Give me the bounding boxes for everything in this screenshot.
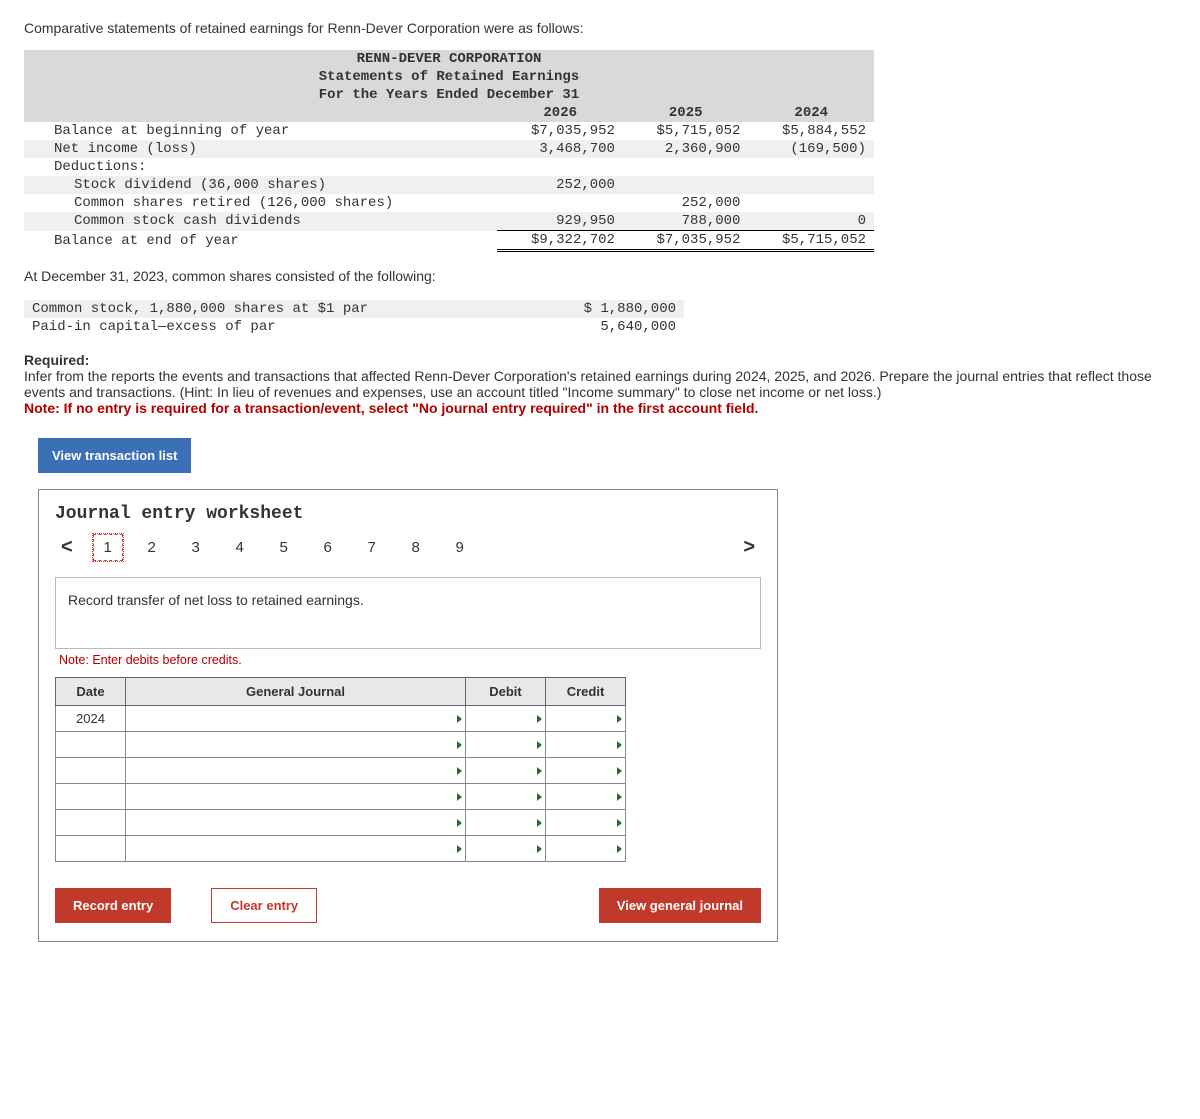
cell: $7,035,952 <box>623 231 749 251</box>
row-label: Paid-in capital—excess of par <box>24 318 529 336</box>
stmt-title-2: Statements of Retained Earnings <box>24 68 874 86</box>
stmt-title-3: For the Years Ended December 31 <box>24 86 874 104</box>
row-label: Deductions: <box>24 158 497 176</box>
tab-3[interactable]: 3 <box>181 535 211 560</box>
account-select[interactable] <box>126 784 466 810</box>
table-row: 2024 <box>56 706 626 732</box>
credit-input[interactable] <box>546 784 626 810</box>
account-select[interactable] <box>126 732 466 758</box>
tabs-next-icon[interactable]: > <box>737 536 761 559</box>
cell: 0 <box>748 212 874 231</box>
tab-1[interactable]: 1 <box>93 534 123 561</box>
cell: 788,000 <box>623 212 749 231</box>
table-row <box>56 810 626 836</box>
debit-input[interactable] <box>466 784 546 810</box>
row-label: Common stock, 1,880,000 shares at $1 par <box>24 300 529 318</box>
table-row <box>56 784 626 810</box>
account-select[interactable] <box>126 758 466 784</box>
year-col-2025: 2025 <box>623 104 749 122</box>
entry-instruction: Record transfer of net loss to retained … <box>55 577 761 649</box>
tab-2[interactable]: 2 <box>137 535 167 560</box>
credit-input[interactable] <box>546 810 626 836</box>
account-select[interactable] <box>126 810 466 836</box>
account-select[interactable] <box>126 706 466 732</box>
row-label: Net income (loss) <box>24 140 497 158</box>
cell: $7,035,952 <box>497 122 623 140</box>
th-credit: Credit <box>546 678 626 706</box>
debits-before-credits-note: Note: Enter debits before credits. <box>39 653 777 677</box>
clear-entry-button[interactable]: Clear entry <box>211 888 317 923</box>
table-row <box>56 758 626 784</box>
cell: 5,640,000 <box>529 318 684 336</box>
row-label: Stock dividend (36,000 shares) <box>24 176 497 194</box>
cell <box>748 176 874 194</box>
cell: 2,360,900 <box>623 140 749 158</box>
worksheet-button-row: Record entry Clear entry View general jo… <box>39 878 777 941</box>
required-body: Infer from the reports the events and tr… <box>24 368 1152 400</box>
cell: $5,715,052 <box>623 122 749 140</box>
retained-earnings-statement: RENN-DEVER CORPORATION Statements of Ret… <box>24 50 874 252</box>
cell: 929,950 <box>497 212 623 231</box>
cell: 3,468,700 <box>497 140 623 158</box>
entry-tabs: < 1 2 3 4 5 6 7 8 9 > <box>39 534 777 571</box>
row-label: Balance at end of year <box>24 231 497 251</box>
view-transaction-list-button[interactable]: View transaction list <box>38 438 191 473</box>
worksheet-title: Journal entry worksheet <box>39 490 777 534</box>
tab-6[interactable]: 6 <box>313 535 343 560</box>
debit-input[interactable] <box>466 836 546 862</box>
common-shares-table: Common stock, 1,880,000 shares at $1 par… <box>24 300 684 336</box>
year-col-2024: 2024 <box>748 104 874 122</box>
debit-input[interactable] <box>466 732 546 758</box>
row-label: Common shares retired (126,000 shares) <box>24 194 497 212</box>
cell <box>623 176 749 194</box>
credit-input[interactable] <box>546 706 626 732</box>
date-cell: 2024 <box>56 706 126 732</box>
tab-4[interactable]: 4 <box>225 535 255 560</box>
credit-input[interactable] <box>546 758 626 784</box>
journal-entry-worksheet: Journal entry worksheet < 1 2 3 4 5 6 7 … <box>38 489 778 942</box>
stmt-title-1: RENN-DEVER CORPORATION <box>24 50 874 68</box>
tabs-prev-icon[interactable]: < <box>55 536 79 559</box>
account-select[interactable] <box>126 836 466 862</box>
th-date: Date <box>56 678 126 706</box>
cell: (169,500) <box>748 140 874 158</box>
cell: $5,715,052 <box>748 231 874 251</box>
para-common-shares: At December 31, 2023, common shares cons… <box>24 268 1176 284</box>
required-heading: Required: <box>24 352 89 368</box>
credit-input[interactable] <box>546 732 626 758</box>
debit-input[interactable] <box>466 706 546 732</box>
credit-input[interactable] <box>546 836 626 862</box>
view-general-journal-button[interactable]: View general journal <box>599 888 761 923</box>
table-row <box>56 732 626 758</box>
journal-entry-table: Date General Journal Debit Credit 2024 <box>55 677 626 862</box>
required-block: Required: Infer from the reports the eve… <box>24 352 1176 416</box>
tab-9[interactable]: 9 <box>445 535 475 560</box>
year-col-2026: 2026 <box>497 104 623 122</box>
cell: $ 1,880,000 <box>529 300 684 318</box>
cell: 252,000 <box>497 176 623 194</box>
intro-text: Comparative statements of retained earni… <box>24 20 1176 36</box>
row-label: Balance at beginning of year <box>24 122 497 140</box>
tab-7[interactable]: 7 <box>357 535 387 560</box>
row-label: Common stock cash dividends <box>24 212 497 231</box>
debit-input[interactable] <box>466 810 546 836</box>
tab-5[interactable]: 5 <box>269 535 299 560</box>
th-general-journal: General Journal <box>126 678 466 706</box>
cell: 252,000 <box>623 194 749 212</box>
table-row <box>56 836 626 862</box>
cell: $5,884,552 <box>748 122 874 140</box>
cell <box>748 194 874 212</box>
required-note: Note: If no entry is required for a tran… <box>24 400 758 416</box>
tab-8[interactable]: 8 <box>401 535 431 560</box>
cell <box>497 194 623 212</box>
debit-input[interactable] <box>466 758 546 784</box>
cell: $9,322,702 <box>497 231 623 251</box>
record-entry-button[interactable]: Record entry <box>55 888 171 923</box>
th-debit: Debit <box>466 678 546 706</box>
